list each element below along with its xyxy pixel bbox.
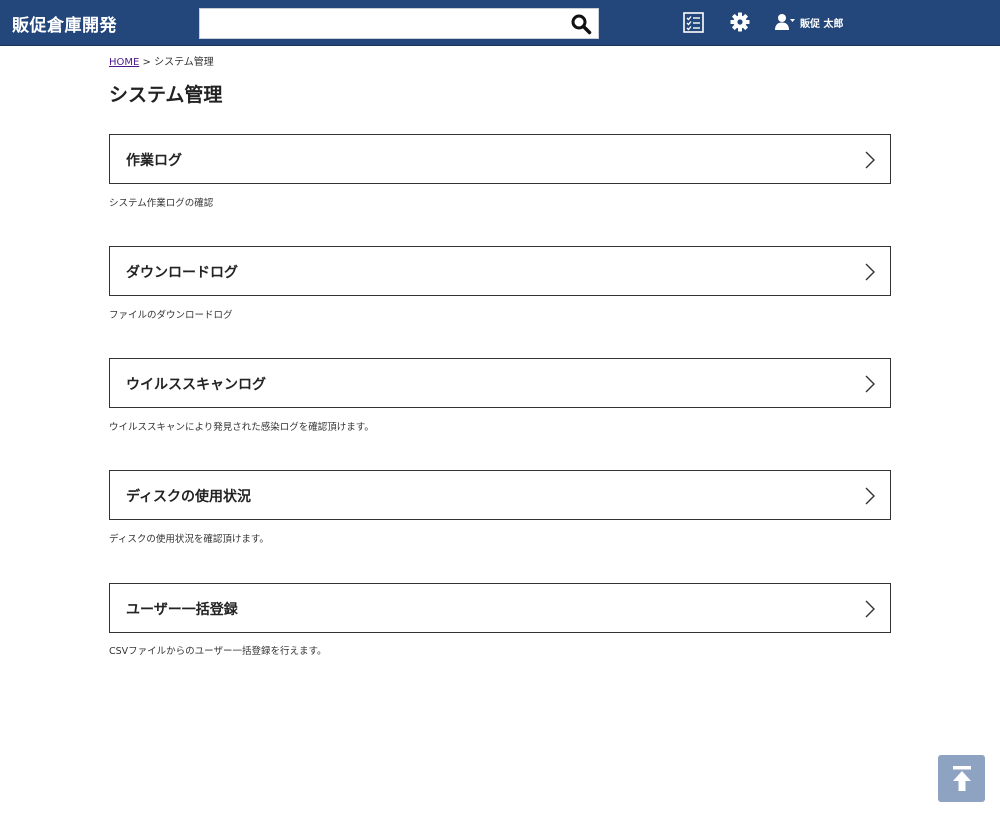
menu-card-label: ウイルススキャンログ xyxy=(126,377,266,393)
app-header: 販促倉庫開発 販促 太郎 xyxy=(0,0,1000,46)
chevron-right-icon xyxy=(865,263,875,281)
back-to-top-button[interactable] xyxy=(938,755,985,802)
chevron-right-icon xyxy=(865,600,875,618)
chevron-right-icon xyxy=(865,375,875,393)
menu-card-label: 作業ログ xyxy=(126,153,182,169)
chevron-right-icon xyxy=(865,151,875,169)
menu-card-user-bulk-register[interactable]: ユーザー一括登録 xyxy=(109,583,891,633)
menu-card-work-log[interactable]: 作業ログ xyxy=(109,134,891,184)
search-icon[interactable] xyxy=(570,13,592,35)
menu-card-virus-scan-log[interactable]: ウイルススキャンログ xyxy=(109,358,891,408)
menu-card-description: ディスクの使用状況を確認頂けます。 xyxy=(109,534,269,545)
menu-card-label: ダウンロードログ xyxy=(126,265,238,281)
user-name: 販促 太郎 xyxy=(800,18,844,30)
menu-card-label: ディスクの使用状況 xyxy=(126,489,252,505)
user-menu[interactable]: 販促 太郎 xyxy=(774,12,843,32)
checklist-icon[interactable] xyxy=(683,12,704,33)
menu-card-disk-usage[interactable]: ディスクの使用状況 xyxy=(109,470,891,520)
search-box xyxy=(199,8,599,39)
gear-icon[interactable] xyxy=(730,12,750,32)
breadcrumb-home-link[interactable]: HOME xyxy=(109,57,139,68)
menu-card-description: ウイルススキャンにより発見された感染ログを確認頂けます。 xyxy=(109,422,374,433)
breadcrumb: HOME > システム管理 xyxy=(109,53,214,68)
menu-card-description: ファイルのダウンロードログ xyxy=(109,310,233,321)
chevron-right-icon xyxy=(865,487,875,505)
search-input[interactable] xyxy=(200,9,560,38)
menu-card-description: システム作業ログの確認 xyxy=(109,198,214,209)
user-icon xyxy=(775,14,795,30)
breadcrumb-separator: > xyxy=(142,57,151,68)
breadcrumb-current: システム管理 xyxy=(154,57,214,68)
arrow-up-to-top-icon xyxy=(953,766,971,791)
menu-card-description: CSVファイルからのユーザー一括登録を行えます。 xyxy=(109,646,327,657)
menu-card-download-log[interactable]: ダウンロードログ xyxy=(109,246,891,296)
page-title: システム管理 xyxy=(109,84,223,106)
app-brand[interactable]: 販促倉庫開発 xyxy=(12,11,117,36)
menu-card-label: ユーザー一括登録 xyxy=(126,602,238,618)
